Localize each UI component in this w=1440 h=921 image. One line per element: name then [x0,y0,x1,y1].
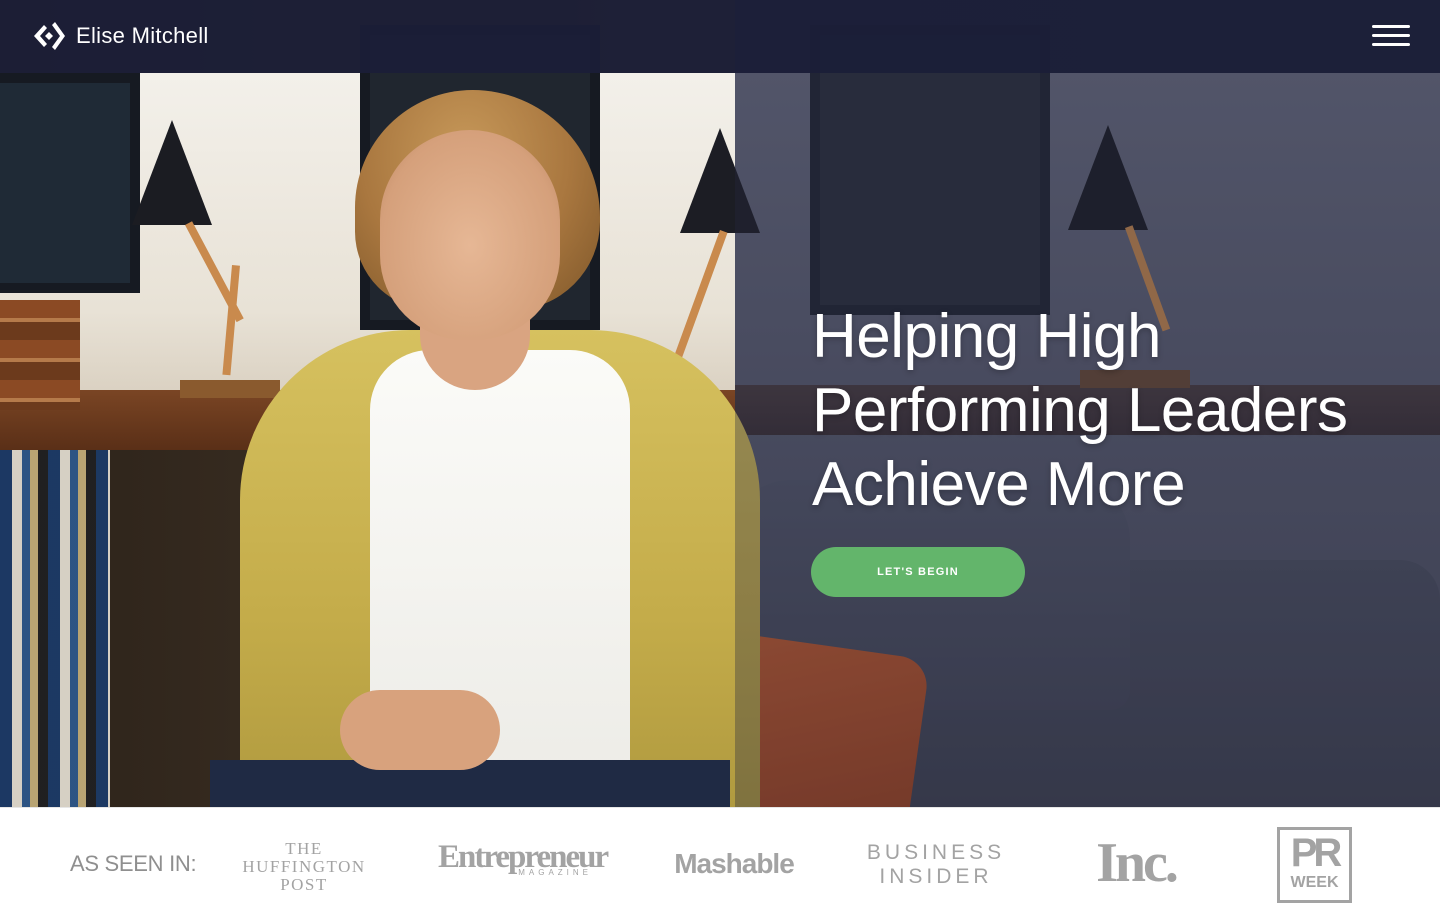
portrait-photo [210,90,800,807]
business-insider-logo: BUSINESS INSIDER [866,841,1006,889]
diamond-chevrons-logo-icon [34,22,65,50]
entrepreneur-logo: Entrepreneur MAGAZINE [438,840,609,877]
press-logos-bar: AS SEEN IN: THE HUFFINGTON POST Entrepre… [0,807,1440,921]
hero-headline: Helping High Performing Leaders Achieve … [812,300,1412,522]
huffington-line: THE [285,839,323,858]
site-header: Elise Mitchell [0,0,1440,73]
as-seen-in-label: AS SEEN IN: [70,851,197,876]
headline-line-1: Helping High [812,302,1162,371]
book-stack [0,300,80,410]
lets-begin-button[interactable]: LET'S BEGIN [811,547,1025,597]
prweek-bottom: WEEK [1290,874,1339,891]
wall-frame [0,73,140,293]
headline-line-3: Achieve More [812,450,1186,519]
mashable-logo: Mashable [674,848,795,879]
business-insider-line: BUSINESS [866,841,1006,864]
prweek-top: PR [1290,831,1343,875]
hamburger-menu-icon[interactable] [1372,25,1410,47]
inc-logo: Inc. [1096,832,1179,894]
person-hand [340,690,500,770]
lamp [132,120,212,225]
huffington-line: HUFFINGTON [242,857,366,876]
business-insider-line: INSIDER [879,865,993,888]
person-face [380,130,560,340]
huffington-post-logo: THE HUFFINGTON POST [238,840,370,894]
huffington-line: POST [280,875,328,894]
bookshelf [0,450,110,807]
brand-name: Elise Mitchell [76,23,209,48]
headline-line-2: Performing Leaders [812,376,1348,445]
hero-section: Helping High Performing Leaders Achieve … [0,0,1440,807]
prweek-logo: PR WEEK [1277,827,1352,903]
brand-logo-link[interactable]: Elise Mitchell [33,18,209,54]
